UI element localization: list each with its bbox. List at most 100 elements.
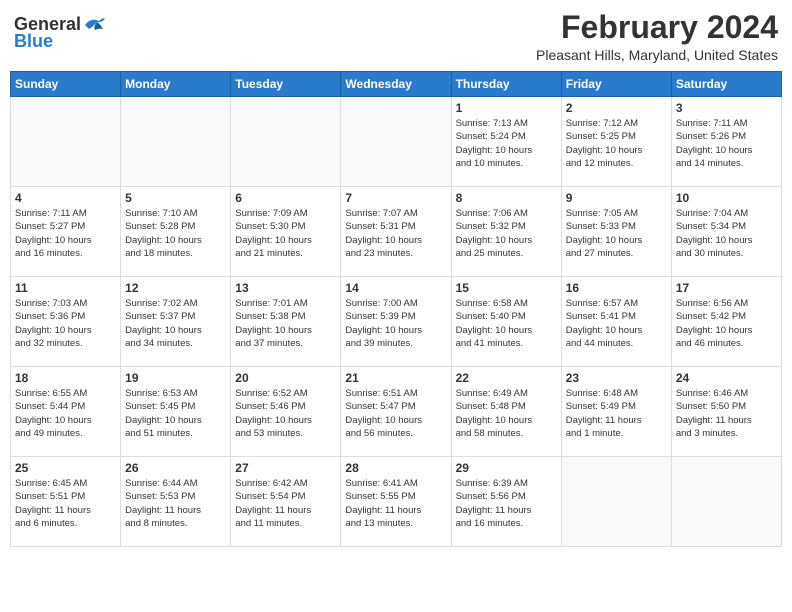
- weekday-header-saturday: Saturday: [671, 72, 781, 97]
- day-info: Sunrise: 7:09 AM Sunset: 5:30 PM Dayligh…: [235, 207, 336, 260]
- logo: General Blue: [14, 14, 107, 52]
- day-info: Sunrise: 6:58 AM Sunset: 5:40 PM Dayligh…: [456, 297, 557, 350]
- day-number: 20: [235, 371, 336, 385]
- day-cell: 7 Sunrise: 7:07 AM Sunset: 5:31 PM Daylig…: [341, 187, 451, 277]
- day-number: 18: [15, 371, 116, 385]
- day-info: Sunrise: 6:45 AM Sunset: 5:51 PM Dayligh…: [15, 477, 116, 530]
- day-cell: 16Sunrise: 6:57 AM Sunset: 5:41 PM Dayli…: [561, 277, 671, 367]
- day-info: Sunrise: 6:42 AM Sunset: 5:54 PM Dayligh…: [235, 477, 336, 530]
- day-cell: [561, 457, 671, 547]
- weekday-header-sunday: Sunday: [11, 72, 121, 97]
- week-row-2: 4 Sunrise: 7:11 AM Sunset: 5:27 PM Daylig…: [11, 187, 782, 277]
- day-number: 5: [125, 191, 226, 205]
- day-number: 6: [235, 191, 336, 205]
- day-cell: 6 Sunrise: 7:09 AM Sunset: 5:30 PM Daylig…: [231, 187, 341, 277]
- day-info: Sunrise: 7:11 AM Sunset: 5:27 PM Dayligh…: [15, 207, 116, 260]
- day-cell: 12 Sunrise: 7:02 AM Sunset: 5:37 PM Dayli…: [121, 277, 231, 367]
- day-cell: 28 Sunrise: 6:41 AM Sunset: 5:55 PM Dayli…: [341, 457, 451, 547]
- day-number: 26: [125, 461, 226, 475]
- day-cell: [341, 97, 451, 187]
- day-cell: 21 Sunrise: 6:51 AM Sunset: 5:47 PM Dayli…: [341, 367, 451, 457]
- day-cell: 26 Sunrise: 6:44 AM Sunset: 5:53 PM Dayli…: [121, 457, 231, 547]
- day-info: Sunrise: 6:44 AM Sunset: 5:53 PM Dayligh…: [125, 477, 226, 530]
- day-number: 7: [345, 191, 446, 205]
- day-number: 27: [235, 461, 336, 475]
- day-cell: 24 Sunrise: 6:46 AM Sunset: 5:50 PM Dayli…: [671, 367, 781, 457]
- week-row-3: 11Sunrise: 7:03 AM Sunset: 5:36 PM Dayli…: [11, 277, 782, 367]
- logo-bird-icon: [83, 15, 107, 35]
- day-number: 9: [566, 191, 667, 205]
- day-info: Sunrise: 7:04 AM Sunset: 5:34 PM Dayligh…: [676, 207, 777, 260]
- day-info: Sunrise: 7:12 AM Sunset: 5:25 PM Dayligh…: [566, 117, 667, 170]
- day-cell: 15 Sunrise: 6:58 AM Sunset: 5:40 PM Dayli…: [451, 277, 561, 367]
- day-number: 28: [345, 461, 446, 475]
- day-info: Sunrise: 7:00 AM Sunset: 5:39 PM Dayligh…: [345, 297, 446, 350]
- day-info: Sunrise: 7:02 AM Sunset: 5:37 PM Dayligh…: [125, 297, 226, 350]
- day-info: Sunrise: 7:11 AM Sunset: 5:26 PM Dayligh…: [676, 117, 777, 170]
- day-info: Sunrise: 6:41 AM Sunset: 5:55 PM Dayligh…: [345, 477, 446, 530]
- day-cell: [671, 457, 781, 547]
- day-number: 12: [125, 281, 226, 295]
- calendar-table: SundayMondayTuesdayWednesdayThursdayFrid…: [10, 71, 782, 547]
- day-cell: 3 Sunrise: 7:11 AM Sunset: 5:26 PM Daylig…: [671, 97, 781, 187]
- day-cell: 8Sunrise: 7:06 AM Sunset: 5:32 PM Daylig…: [451, 187, 561, 277]
- title-section: February 2024 Pleasant Hills, Maryland, …: [536, 10, 778, 63]
- day-number: 2: [566, 101, 667, 115]
- day-cell: 11Sunrise: 7:03 AM Sunset: 5:36 PM Dayli…: [11, 277, 121, 367]
- day-info: Sunrise: 6:51 AM Sunset: 5:47 PM Dayligh…: [345, 387, 446, 440]
- day-number: 24: [676, 371, 777, 385]
- day-number: 10: [676, 191, 777, 205]
- day-info: Sunrise: 6:55 AM Sunset: 5:44 PM Dayligh…: [15, 387, 116, 440]
- day-number: 19: [125, 371, 226, 385]
- day-number: 17: [676, 281, 777, 295]
- day-cell: 13Sunrise: 7:01 AM Sunset: 5:38 PM Dayli…: [231, 277, 341, 367]
- day-info: Sunrise: 7:05 AM Sunset: 5:33 PM Dayligh…: [566, 207, 667, 260]
- day-cell: 5Sunrise: 7:10 AM Sunset: 5:28 PM Daylig…: [121, 187, 231, 277]
- day-info: Sunrise: 6:57 AM Sunset: 5:41 PM Dayligh…: [566, 297, 667, 350]
- day-number: 29: [456, 461, 557, 475]
- day-number: 23: [566, 371, 667, 385]
- day-cell: 1 Sunrise: 7:13 AM Sunset: 5:24 PM Daylig…: [451, 97, 561, 187]
- day-cell: 2 Sunrise: 7:12 AM Sunset: 5:25 PM Daylig…: [561, 97, 671, 187]
- day-number: 21: [345, 371, 446, 385]
- day-number: 1: [456, 101, 557, 115]
- month-year-title: February 2024: [536, 10, 778, 45]
- day-info: Sunrise: 6:56 AM Sunset: 5:42 PM Dayligh…: [676, 297, 777, 350]
- day-number: 15: [456, 281, 557, 295]
- day-number: 25: [15, 461, 116, 475]
- weekday-header-monday: Monday: [121, 72, 231, 97]
- day-cell: 29Sunrise: 6:39 AM Sunset: 5:56 PM Dayli…: [451, 457, 561, 547]
- day-number: 22: [456, 371, 557, 385]
- day-number: 4: [15, 191, 116, 205]
- day-cell: 10 Sunrise: 7:04 AM Sunset: 5:34 PM Dayli…: [671, 187, 781, 277]
- weekday-header-tuesday: Tuesday: [231, 72, 341, 97]
- day-cell: 14 Sunrise: 7:00 AM Sunset: 5:39 PM Dayli…: [341, 277, 451, 367]
- day-cell: 4 Sunrise: 7:11 AM Sunset: 5:27 PM Daylig…: [11, 187, 121, 277]
- day-info: Sunrise: 6:53 AM Sunset: 5:45 PM Dayligh…: [125, 387, 226, 440]
- week-row-1: 1 Sunrise: 7:13 AM Sunset: 5:24 PM Daylig…: [11, 97, 782, 187]
- location-subtitle: Pleasant Hills, Maryland, United States: [536, 47, 778, 63]
- day-cell: 22 Sunrise: 6:49 AM Sunset: 5:48 PM Dayli…: [451, 367, 561, 457]
- day-cell: 25 Sunrise: 6:45 AM Sunset: 5:51 PM Dayli…: [11, 457, 121, 547]
- day-info: Sunrise: 6:46 AM Sunset: 5:50 PM Dayligh…: [676, 387, 777, 440]
- day-info: Sunrise: 7:03 AM Sunset: 5:36 PM Dayligh…: [15, 297, 116, 350]
- day-info: Sunrise: 7:07 AM Sunset: 5:31 PM Dayligh…: [345, 207, 446, 260]
- week-row-5: 25 Sunrise: 6:45 AM Sunset: 5:51 PM Dayli…: [11, 457, 782, 547]
- day-info: Sunrise: 7:13 AM Sunset: 5:24 PM Dayligh…: [456, 117, 557, 170]
- logo-blue-text: Blue: [14, 31, 53, 52]
- day-cell: 17 Sunrise: 6:56 AM Sunset: 5:42 PM Dayli…: [671, 277, 781, 367]
- day-info: Sunrise: 7:06 AM Sunset: 5:32 PM Dayligh…: [456, 207, 557, 260]
- day-number: 3: [676, 101, 777, 115]
- day-cell: [121, 97, 231, 187]
- page-header: General Blue February 2024 Pleasant Hill…: [10, 10, 782, 63]
- day-info: Sunrise: 6:48 AM Sunset: 5:49 PM Dayligh…: [566, 387, 667, 440]
- day-cell: 9 Sunrise: 7:05 AM Sunset: 5:33 PM Daylig…: [561, 187, 671, 277]
- weekday-header-row: SundayMondayTuesdayWednesdayThursdayFrid…: [11, 72, 782, 97]
- day-number: 14: [345, 281, 446, 295]
- day-cell: 23 Sunrise: 6:48 AM Sunset: 5:49 PM Dayli…: [561, 367, 671, 457]
- day-cell: 18 Sunrise: 6:55 AM Sunset: 5:44 PM Dayli…: [11, 367, 121, 457]
- weekday-header-thursday: Thursday: [451, 72, 561, 97]
- day-info: Sunrise: 7:01 AM Sunset: 5:38 PM Dayligh…: [235, 297, 336, 350]
- day-info: Sunrise: 6:52 AM Sunset: 5:46 PM Dayligh…: [235, 387, 336, 440]
- day-info: Sunrise: 6:49 AM Sunset: 5:48 PM Dayligh…: [456, 387, 557, 440]
